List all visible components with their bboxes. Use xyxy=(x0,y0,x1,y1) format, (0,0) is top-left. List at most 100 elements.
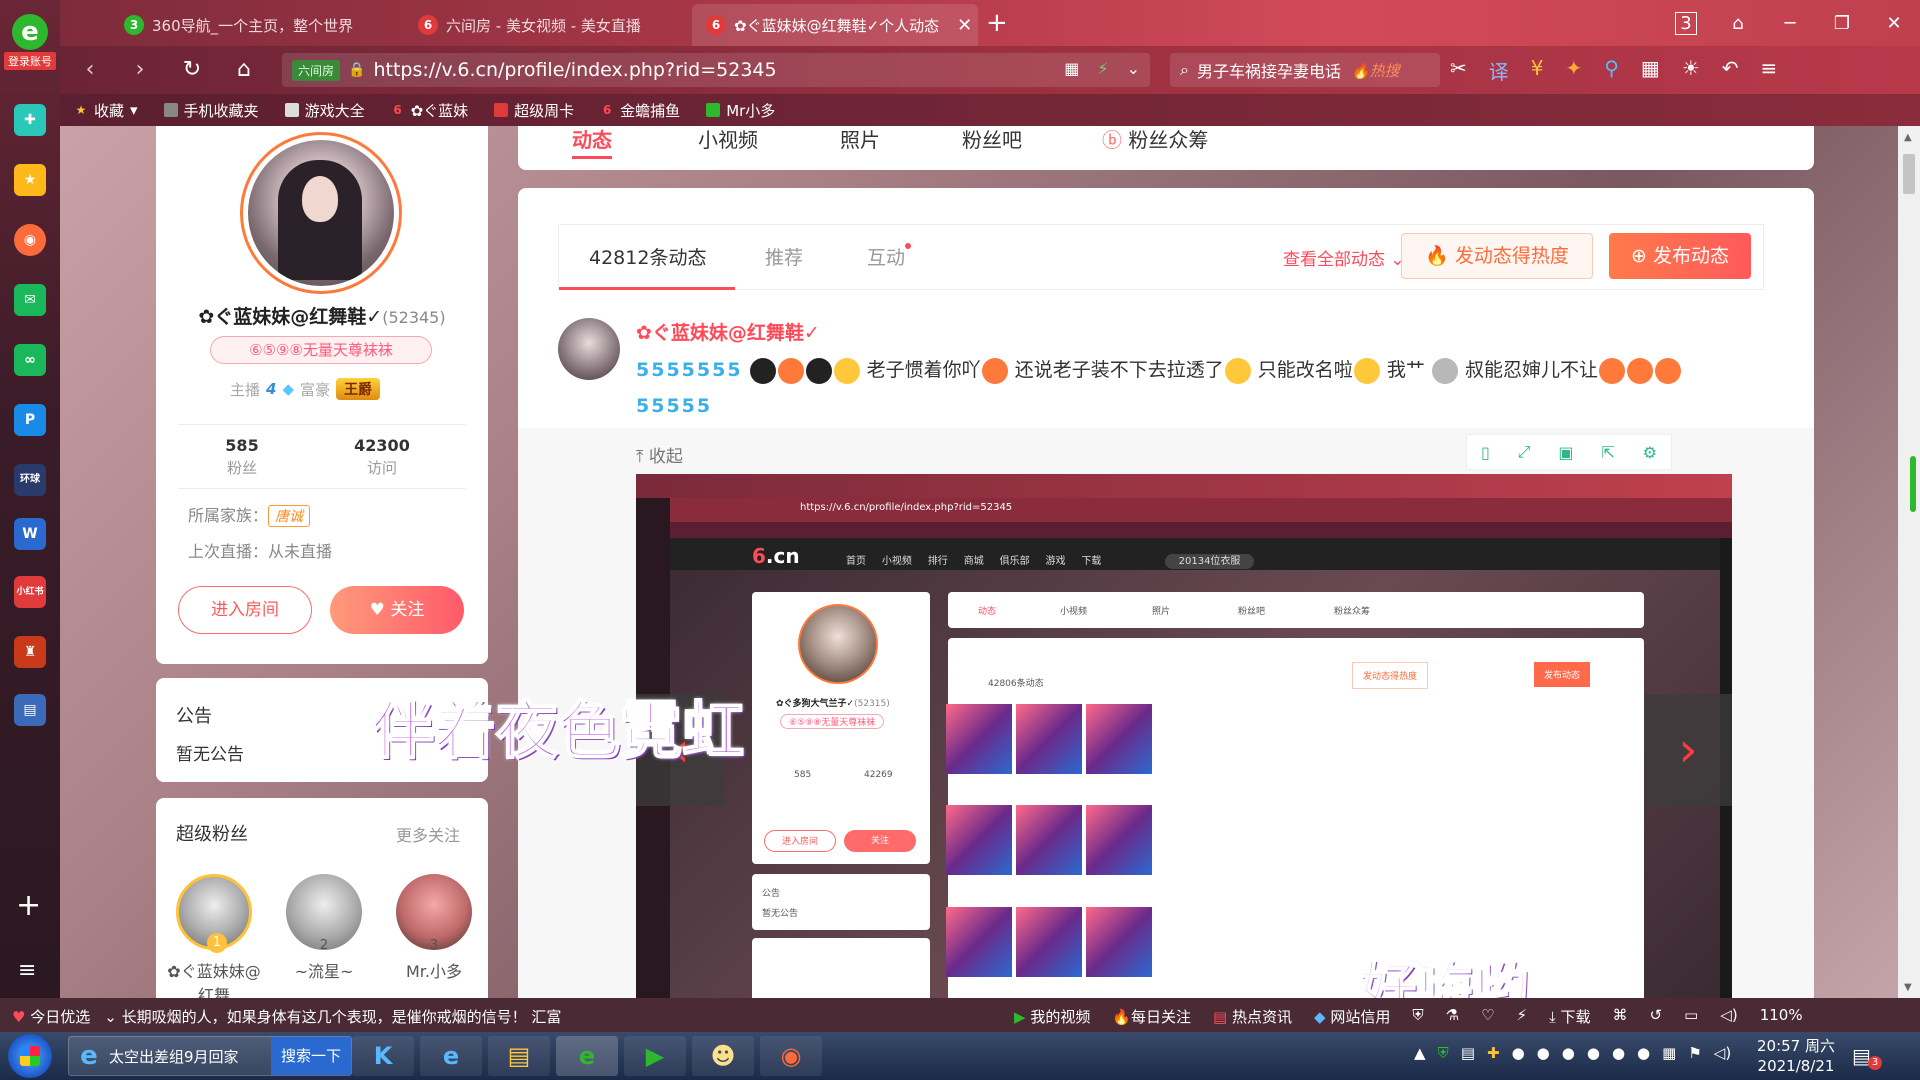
tab-short-video[interactable]: 小视频 xyxy=(698,126,758,153)
home-button[interactable]: ⌂ xyxy=(230,56,258,84)
forward-button[interactable]: › xyxy=(126,56,154,84)
close-window-button[interactable]: ✕ xyxy=(1868,13,1920,34)
view-all-dropdown[interactable]: 查看全部动态 ⌄ xyxy=(1283,245,1405,270)
gamepad-icon[interactable]: ✦ xyxy=(1566,56,1583,85)
page-scrollbar[interactable]: ▲ ▼ xyxy=(1898,126,1920,998)
refresh-button[interactable]: ↻ xyxy=(178,56,206,84)
chrome-like-icon[interactable]: ◉ xyxy=(760,1036,822,1076)
zoom-level[interactable]: 110% xyxy=(1760,1006,1803,1027)
mail-icon[interactable]: ✉ xyxy=(14,284,46,316)
save-icon[interactable]: ▣ xyxy=(1558,443,1573,462)
news-ticker[interactable]: ⌄ 长期吸烟的人，如果身体有这几个表现，是催你戒烟的信号！ 汇富 xyxy=(104,1006,561,1027)
plus-tray-icon[interactable]: ✚ xyxy=(1487,1044,1500,1062)
volume-icon[interactable]: ◁) xyxy=(1720,1006,1737,1027)
weibo-icon[interactable]: ◉ xyxy=(14,224,46,256)
browser-logo[interactable]: e 登录账号 xyxy=(4,14,56,72)
shield-tray-icon[interactable]: ⛨ xyxy=(1438,1044,1449,1062)
post-image[interactable]: https://v.6.cn/profile/index.php?rid=523… xyxy=(636,474,1732,998)
heart-outline-icon[interactable]: ♡ xyxy=(1481,1006,1494,1027)
qq-tray-icon[interactable]: ● xyxy=(1537,1044,1550,1062)
qq-tray-icon[interactable]: ● xyxy=(1512,1044,1525,1062)
system-clock[interactable]: 20:57 周六 2021/8/21 xyxy=(1752,1036,1840,1076)
doc-tray-icon[interactable]: ▤ xyxy=(1461,1044,1475,1062)
super-fan-item[interactable]: 1 ✿ぐ蓝妹妹@红舞 xyxy=(164,874,264,998)
collapse-button[interactable]: ⤒ 收起 xyxy=(636,442,683,467)
volume-tray-icon[interactable]: ◁) xyxy=(1714,1044,1731,1062)
bookmark-weekcard[interactable]: 超级周卡 xyxy=(494,100,574,121)
address-bar[interactable]: 六间房 🔒 https://v.6.cn/profile/index.php?r… xyxy=(282,53,1150,87)
taskbar-search[interactable]: e 太空出差组9月回家 搜索一下 xyxy=(68,1036,352,1076)
chevron-down-icon[interactable]: ⌄ xyxy=(1127,59,1140,78)
super-fan-item[interactable]: 3 Mr.小多 xyxy=(384,874,484,984)
search-box[interactable]: ⌕ 男子车祸接孕妻电话 🔥热搜 xyxy=(1170,53,1440,87)
tab-crowdfunding[interactable]: ⓑ 粉丝众筹 xyxy=(1102,126,1208,153)
scrollbar-thumb[interactable] xyxy=(1903,154,1915,194)
tab-dynamic[interactable]: 动态 xyxy=(572,126,612,159)
back-button[interactable]: ‹ xyxy=(76,56,104,84)
scroll-up-icon[interactable]: ▲ xyxy=(1904,132,1912,143)
tab-photos[interactable]: 照片 xyxy=(840,126,880,153)
photo-app-icon[interactable]: ☻ xyxy=(692,1036,754,1076)
share-icon[interactable]: ⇱ xyxy=(1601,443,1614,462)
skin-icon[interactable]: ⌂ xyxy=(1712,13,1764,34)
sidebar-menu-icon[interactable]: ≡ xyxy=(18,958,36,983)
undo-icon[interactable]: ↶ xyxy=(1722,56,1739,85)
tab-interact[interactable]: 互动 xyxy=(867,243,912,270)
close-icon[interactable]: ✕ xyxy=(957,15,972,36)
lightning-icon[interactable]: ⚡ xyxy=(1097,59,1108,78)
download-link[interactable]: ⤓ 下载 xyxy=(1549,1006,1590,1027)
bookmark-games[interactable]: 游戏大全 xyxy=(284,100,365,121)
window-icon[interactable]: ▭ xyxy=(1684,1006,1698,1027)
enter-room-button[interactable]: 进入房间 xyxy=(178,586,312,634)
magnifier-icon[interactable]: ⚲ xyxy=(1604,56,1619,85)
qq-tray-icon[interactable]: ● xyxy=(1612,1044,1625,1062)
publish-button[interactable]: ⊕ 发布动态 xyxy=(1609,233,1751,279)
360-browser-icon[interactable]: e xyxy=(556,1036,618,1076)
minimize-button[interactable]: ─ xyxy=(1764,13,1816,34)
link-icon[interactable]: ∞ xyxy=(14,344,46,376)
scroll-down-icon[interactable]: ▼ xyxy=(1904,982,1912,993)
url-text[interactable]: https://v.6.cn/profile/index.php?rid=523… xyxy=(373,59,776,81)
hot-news-link[interactable]: ▤ 热点资讯 xyxy=(1213,1006,1292,1027)
maximize-button[interactable]: ❐ xyxy=(1816,13,1868,34)
tab-all-feeds[interactable]: 42812条动态 xyxy=(589,243,706,270)
news-app-icon[interactable]: 环球 xyxy=(14,464,46,496)
refresh-icon[interactable]: ↺ xyxy=(1650,1006,1663,1027)
login-label[interactable]: 登录账号 xyxy=(4,52,56,70)
xiaohongshu-icon[interactable]: 小红书 xyxy=(14,576,46,608)
super-fan-item[interactable]: 2 ~流星~ xyxy=(274,874,374,984)
tab-fan-bar[interactable]: 粉丝吧 xyxy=(962,126,1022,153)
menu-icon[interactable]: ≡ xyxy=(1761,56,1778,85)
daily-follow-link[interactable]: 🔥每日关注 xyxy=(1112,1006,1191,1027)
city-app-icon[interactable]: ▤ xyxy=(14,694,46,726)
tab-360[interactable]: 3 360导航_一个主页，整个世界 xyxy=(110,4,400,46)
ie-browser-icon[interactable]: e xyxy=(420,1036,482,1076)
tab-6cn[interactable]: 6 六间房 - 美女视频 - 美女直播 xyxy=(404,4,684,46)
bookmark-6cn[interactable]: 6 ✿ぐ蓝妹 xyxy=(391,100,468,121)
k-app-icon[interactable]: K xyxy=(352,1036,414,1076)
speed-icon[interactable]: ⚡ xyxy=(1517,1006,1528,1027)
coin-icon[interactable]: ¥ xyxy=(1531,56,1544,85)
bookmark-mobile[interactable]: 手机收藏夹 xyxy=(163,100,259,121)
expand-icon[interactable]: ⤢ xyxy=(1518,442,1531,462)
bookmark-favorites[interactable]: ★ 收藏 ▾ xyxy=(74,100,138,121)
gamepad-icon[interactable]: ⌘ xyxy=(1613,1006,1628,1027)
scissors-icon[interactable]: ✂ xyxy=(1450,56,1467,85)
search-go-button[interactable]: 搜索一下 xyxy=(270,1037,351,1075)
post-author-name[interactable]: ✿ぐ蓝妹妹@红舞鞋✓ xyxy=(636,318,820,345)
follow-button[interactable]: ♥ 关注 xyxy=(330,586,464,634)
family-badge[interactable]: 唐诚 xyxy=(268,505,311,527)
shield-icon[interactable]: ⛨ xyxy=(1412,1006,1423,1027)
next-image-button[interactable]: › xyxy=(1644,694,1732,806)
post-author-avatar[interactable] xyxy=(558,318,620,380)
apps-icon[interactable]: ▦ xyxy=(1641,56,1660,85)
p-app-icon[interactable]: P xyxy=(14,404,46,436)
add-app-button[interactable]: + xyxy=(16,888,41,923)
hot-post-button[interactable]: 🔥 发动态得热度 xyxy=(1401,233,1593,279)
doc-app-icon[interactable]: W xyxy=(14,518,46,550)
qq-tray-icon[interactable]: ● xyxy=(1637,1044,1650,1062)
my-video-link[interactable]: ▶ 我的视频 xyxy=(1014,1006,1090,1027)
site-credit-link[interactable]: ◆ 网站信用 xyxy=(1314,1006,1390,1027)
media-player-icon[interactable]: ▶ xyxy=(624,1036,686,1076)
network-icon[interactable]: ▦ xyxy=(1662,1044,1676,1062)
